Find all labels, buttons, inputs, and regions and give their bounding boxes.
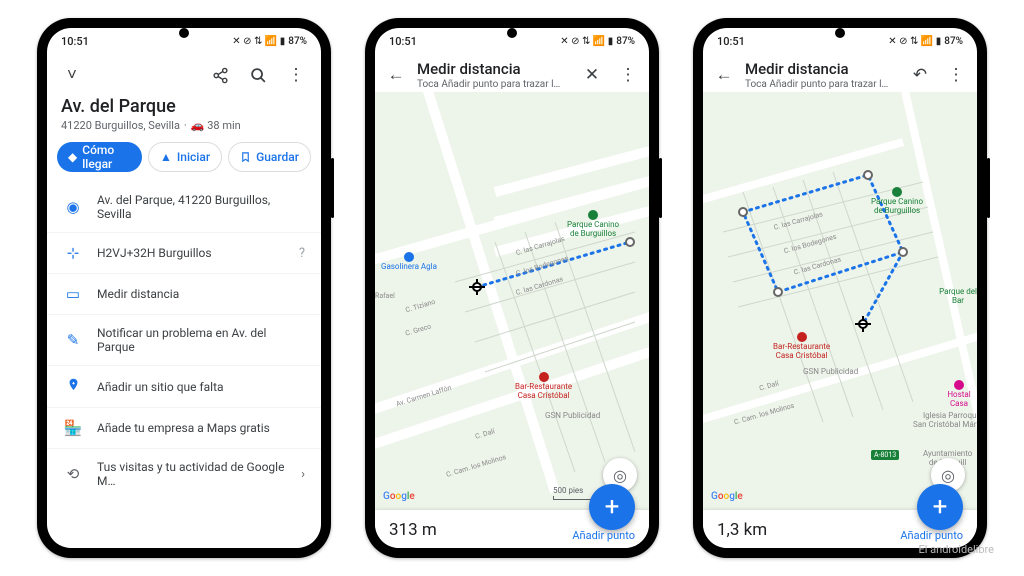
map-canvas[interactable]: Gasolinera Agla Parque Canino de Burguil… <box>375 92 649 510</box>
poi-gasolinera[interactable]: Gasolinera Agla <box>381 252 437 272</box>
measure-node <box>863 170 873 180</box>
close-icon[interactable]: ✕ <box>577 60 607 90</box>
phone-1: 10:51 ✕ ⊘ ⇅ 📶 ▮ 87% ˅ ⋮ Av. del Parque 4… <box>37 18 331 558</box>
overflow-icon[interactable]: ⋮ <box>613 60 643 90</box>
status-time: 10:51 <box>389 35 417 48</box>
google-logo: Google <box>383 491 415 502</box>
overflow-icon[interactable]: ⋮ <box>941 60 971 90</box>
row-pluscode[interactable]: ⊹H2VJ+32H Burguillos? <box>47 233 321 274</box>
row-business[interactable]: 🏪Añade tu empresa a Maps gratis <box>47 408 321 449</box>
add-point-link[interactable]: Añadir punto <box>900 529 963 542</box>
pluscode-icon: ⊹ <box>63 244 83 262</box>
collapse-icon[interactable]: ˅ <box>57 60 87 90</box>
poi-iglesia[interactable]: Iglesia Parroquial San Cristóbal Mártir … <box>913 412 977 430</box>
ruler-icon: ▭ <box>63 285 83 303</box>
poi-hostal[interactable]: Hostal Casa <box>941 380 977 409</box>
header-subtitle: Toca Añadir punto para trazar l… <box>745 79 899 90</box>
camera-hole <box>179 28 189 38</box>
place-header: Av. del Parque 41220 Burguillos, Sevilla… <box>47 96 321 138</box>
directions-button[interactable]: ◆ Cómo llegar <box>57 142 142 172</box>
back-icon[interactable]: ← <box>709 60 739 90</box>
measure-crosshair <box>469 279 485 295</box>
status-time: 10:51 <box>717 35 745 48</box>
history-icon: ⟲ <box>63 465 83 483</box>
details-list: ◉Av. del Parque, 41220 Burguillos, Sevil… <box>47 182 321 548</box>
map-canvas[interactable]: Parque Canino de Burguillos Parque del B… <box>703 92 977 510</box>
watermark: El androidelibre <box>918 543 994 556</box>
map-roads <box>375 92 649 510</box>
measure-header: ← Medir distancia Toca Añadir punto para… <box>375 54 649 92</box>
poi-parque[interactable]: Parque Canino de Burguillos <box>871 187 923 216</box>
add-point-fab[interactable]: + <box>917 484 963 530</box>
add-place-icon <box>63 377 83 396</box>
start-button[interactable]: ▲ Iniciar <box>148 142 222 172</box>
share-icon[interactable] <box>205 60 235 90</box>
phone-3: 10:51 ✕ ⊘ ⇅ 📶 ▮ 87% ← Medir distancia To… <box>693 18 987 558</box>
row-activity[interactable]: ⟲Tus visitas y tu actividad de Google M…… <box>47 449 321 499</box>
poi-gsn[interactable]: GSN Publicidad <box>545 412 600 421</box>
undo-icon[interactable]: ↶ <box>905 60 935 90</box>
header-title: Medir distancia <box>745 60 899 78</box>
place-subtitle: 41220 Burguillos, Sevilla·🚗 38 min <box>61 119 307 132</box>
row-report[interactable]: ✎Notificar un problema en Av. del Parque <box>47 315 321 366</box>
pin-icon: ◉ <box>63 198 83 216</box>
map-scale: 500 pies <box>553 486 595 500</box>
back-icon[interactable]: ← <box>381 60 411 90</box>
poi-gsn[interactable]: GSN Publicidad <box>803 368 858 377</box>
measure-bottombar: + 313 m Añadir punto <box>375 510 649 548</box>
row-address[interactable]: ◉Av. del Parque, 41220 Burguillos, Sevil… <box>47 182 321 233</box>
map-roads <box>703 92 977 510</box>
search-icon[interactable] <box>243 60 273 90</box>
measure-crosshair <box>855 316 871 332</box>
measure-node <box>625 237 635 247</box>
measure-node <box>738 207 748 217</box>
add-point-link[interactable]: Añadir punto <box>572 529 635 542</box>
measure-header: ← Medir distancia Toca Añadir punto para… <box>703 54 977 92</box>
measure-node <box>898 247 908 257</box>
header-subtitle: Toca Añadir punto para trazar l… <box>417 79 571 90</box>
help-icon[interactable]: ? <box>299 246 305 261</box>
pencil-icon: ✎ <box>63 331 83 349</box>
place-title: Av. del Parque <box>61 96 307 117</box>
save-button[interactable]: Guardar <box>228 142 311 172</box>
camera-hole <box>835 28 845 38</box>
add-point-fab[interactable]: + <box>589 484 635 530</box>
overflow-icon[interactable]: ⋮ <box>281 60 311 90</box>
camera-hole <box>507 28 517 38</box>
status-battery: 87% <box>288 36 307 47</box>
status-time: 10:51 <box>61 35 89 48</box>
action-chips: ◆ Cómo llegar ▲ Iniciar Guardar <box>47 138 321 182</box>
poi-bar[interactable]: Bar-Restaurante Casa Cristóbal <box>773 332 830 361</box>
phone-2: 10:51 ✕ ⊘ ⇅ 📶 ▮ 87% ← Medir distancia To… <box>365 18 659 558</box>
chevron-right-icon: › <box>301 467 305 482</box>
row-measure[interactable]: ▭Medir distancia <box>47 274 321 315</box>
status-icons: ✕ ⊘ ⇅ 📶 ▮ <box>232 36 285 47</box>
row-missing[interactable]: Añadir un sitio que falta <box>47 366 321 408</box>
header-title: Medir distancia <box>417 60 571 78</box>
road-shield: A-8013 <box>871 450 899 460</box>
poi-parque-bar[interactable]: Parque del Bar <box>939 288 977 306</box>
poi-bar[interactable]: Bar-Restaurante Casa Cristóbal <box>515 372 572 401</box>
place-topbar: ˅ ⋮ <box>47 54 321 96</box>
poi-parque[interactable]: Parque Canino de Burguillos <box>567 210 619 239</box>
measure-node <box>773 287 783 297</box>
google-logo: Google <box>711 491 743 502</box>
store-icon: 🏪 <box>63 419 83 437</box>
